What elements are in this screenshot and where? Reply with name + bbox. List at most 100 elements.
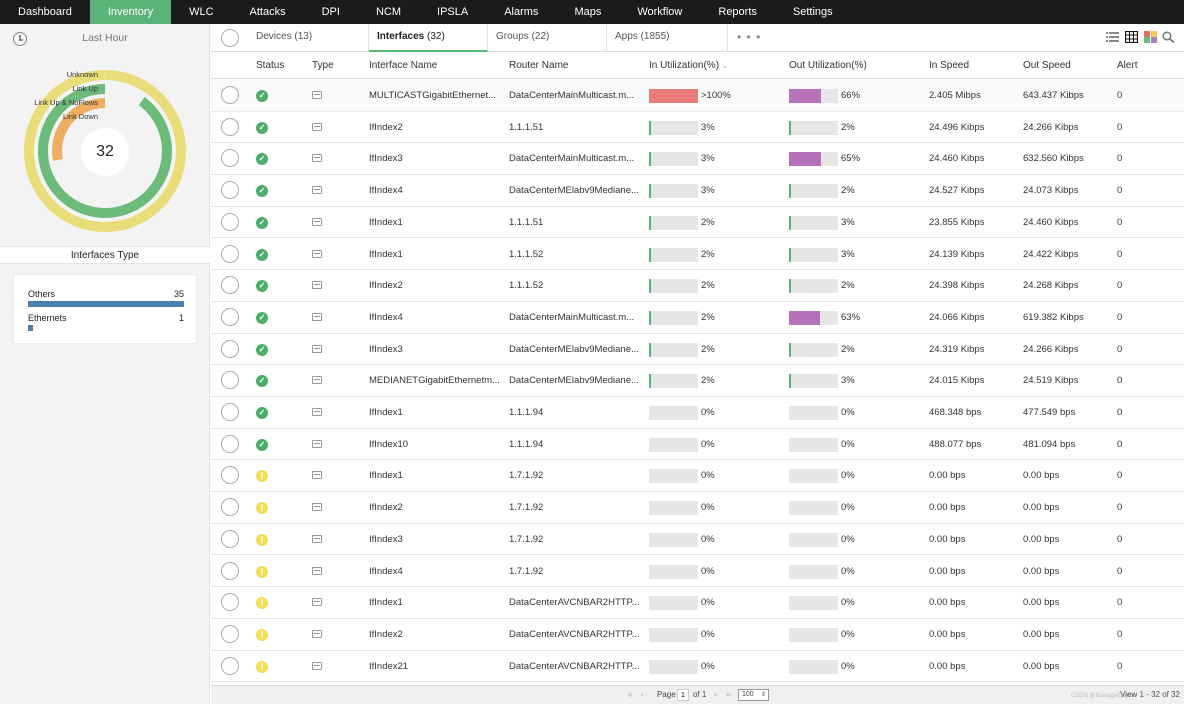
type-row-ethernets[interactable]: Ethernets 1 xyxy=(28,313,184,333)
alert-count[interactable]: 0 xyxy=(1117,270,1122,302)
interface-name-link[interactable]: IfIndex3 xyxy=(369,524,501,556)
row-select-checkbox[interactable] xyxy=(221,593,239,612)
interface-name-link[interactable]: IfIndex2 xyxy=(369,619,501,651)
row-select-checkbox[interactable] xyxy=(221,498,239,517)
interface-name-link[interactable]: IfIndex3 xyxy=(369,143,501,175)
nav-maps[interactable]: Maps xyxy=(556,0,619,24)
search-icon[interactable] xyxy=(1162,31,1175,43)
alert-count[interactable]: 0 xyxy=(1117,429,1122,461)
interface-name-link[interactable]: IfIndex2 xyxy=(369,492,501,524)
alert-count[interactable]: 0 xyxy=(1117,175,1122,207)
grid-view-icon[interactable] xyxy=(1125,31,1138,43)
row-select-checkbox[interactable] xyxy=(221,371,239,390)
row-select-checkbox[interactable] xyxy=(221,624,239,643)
table-row[interactable]: ! IfIndex2 DataCenterAVCNBAR2HTTP... 0% … xyxy=(211,619,1184,651)
table-row[interactable]: ! IfIndex21 DataCenterAVCNBAR2HTTP... 0%… xyxy=(211,651,1184,683)
interface-name-link[interactable]: MULTICASTGigabitEthernet... xyxy=(369,80,501,112)
tab-devices[interactable]: Devices (13) xyxy=(248,24,369,52)
router-name-link[interactable]: DataCenterAVCNBAR2HTTP... xyxy=(509,587,641,619)
table-row[interactable]: ! IfIndex2 1.7.1.92 0% 0% 0.00 bps 0.00 … xyxy=(211,492,1184,524)
row-select-checkbox[interactable] xyxy=(221,529,239,548)
interface-name-link[interactable]: IfIndex1 xyxy=(369,587,501,619)
router-name-link[interactable]: 1.7.1.92 xyxy=(509,492,641,524)
nav-alarms[interactable]: Alarms xyxy=(486,0,556,24)
nav-dashboard[interactable]: Dashboard xyxy=(0,0,90,24)
interface-name-link[interactable]: IfIndex10 xyxy=(369,429,501,461)
router-name-link[interactable]: DataCenterMainMulticast.m... xyxy=(509,80,641,112)
interface-name-link[interactable]: IfIndex1 xyxy=(369,397,501,429)
row-select-checkbox[interactable] xyxy=(221,276,239,295)
row-select-checkbox[interactable] xyxy=(221,339,239,358)
table-row[interactable]: ! IfIndex4 1.7.1.92 0% 0% 0.00 bps 0.00 … xyxy=(211,556,1184,588)
interface-name-link[interactable]: MEDIANETGigabitEthernetm... xyxy=(369,365,501,397)
interface-name-link[interactable]: IfIndex21 xyxy=(369,651,501,683)
alert-count[interactable]: 0 xyxy=(1117,587,1122,619)
tab-groups[interactable]: Groups (22) xyxy=(488,24,607,52)
row-select-checkbox[interactable] xyxy=(221,149,239,168)
col-router-name[interactable]: Router Name xyxy=(509,53,568,79)
interface-name-link[interactable]: IfIndex3 xyxy=(369,334,501,366)
row-select-checkbox[interactable] xyxy=(221,117,239,136)
interface-name-link[interactable]: IfIndex4 xyxy=(369,175,501,207)
col-alert[interactable]: Alert xyxy=(1117,53,1138,79)
col-out-utilization[interactable]: Out Utilization(%) xyxy=(789,53,867,79)
alert-count[interactable]: 0 xyxy=(1117,492,1122,524)
interface-name-link[interactable]: IfIndex1 xyxy=(369,460,501,492)
alert-count[interactable]: 0 xyxy=(1117,460,1122,492)
alert-count[interactable]: 0 xyxy=(1117,397,1122,429)
interface-name-link[interactable]: IfIndex4 xyxy=(369,302,501,334)
router-name-link[interactable]: 1.1.1.94 xyxy=(509,429,641,461)
router-name-link[interactable]: 1.1.1.52 xyxy=(509,239,641,271)
select-all-checkbox[interactable] xyxy=(221,29,239,47)
tab-interfaces[interactable]: Interfaces (32) xyxy=(369,24,488,52)
row-select-checkbox[interactable] xyxy=(221,212,239,231)
nav-attacks[interactable]: Attacks xyxy=(232,0,304,24)
more-tabs-icon[interactable]: • • • xyxy=(737,30,761,44)
alert-count[interactable]: 0 xyxy=(1117,239,1122,271)
alert-count[interactable]: 0 xyxy=(1117,302,1122,334)
interface-name-link[interactable]: IfIndex2 xyxy=(369,112,501,144)
interface-name-link[interactable]: IfIndex4 xyxy=(369,556,501,588)
router-name-link[interactable]: 1.1.1.51 xyxy=(509,112,641,144)
row-select-checkbox[interactable] xyxy=(221,656,239,675)
nav-ncm[interactable]: NCM xyxy=(358,0,419,24)
prev-page-icon[interactable]: ‹ xyxy=(641,690,644,699)
alert-count[interactable]: 0 xyxy=(1117,556,1122,588)
alert-count[interactable]: 0 xyxy=(1117,524,1122,556)
nav-inventory[interactable]: Inventory xyxy=(89,0,172,24)
nav-settings[interactable]: Settings xyxy=(775,0,851,24)
col-status[interactable]: Status xyxy=(256,53,284,79)
col-out-speed[interactable]: Out Speed xyxy=(1023,53,1071,79)
row-select-checkbox[interactable] xyxy=(221,403,239,421)
alert-count[interactable]: 0 xyxy=(1117,619,1122,651)
row-select-checkbox[interactable] xyxy=(221,181,239,200)
nav-dpi[interactable]: DPI xyxy=(304,0,358,24)
alert-count[interactable]: 0 xyxy=(1117,143,1122,175)
col-interface-name[interactable]: Interface Name xyxy=(369,53,437,79)
list-view-icon[interactable] xyxy=(1106,31,1119,43)
router-name-link[interactable]: DataCenterAVCNBAR2HTTP... xyxy=(509,619,641,651)
router-name-link[interactable]: 1.7.1.92 xyxy=(509,460,641,492)
time-filter-label[interactable]: Last Hour xyxy=(0,32,210,44)
router-name-link[interactable]: 1.1.1.51 xyxy=(509,207,641,239)
table-row[interactable]: ✓ MEDIANETGigabitEthernetm... DataCenter… xyxy=(211,365,1184,397)
table-row[interactable]: ✓ IfIndex2 1.1.1.51 3% 2% 24.496 Kibps 2… xyxy=(211,112,1184,144)
router-name-link[interactable]: DataCenterMainMulticast.m... xyxy=(509,143,641,175)
page-number-input[interactable] xyxy=(677,689,689,701)
table-row[interactable]: ✓ IfIndex4 DataCenterMainMulticast.m... … xyxy=(211,302,1184,334)
first-page-icon[interactable]: « xyxy=(628,690,632,699)
table-row[interactable]: ✓ IfIndex3 DataCenterMElabv9Mediane... 2… xyxy=(211,334,1184,366)
router-name-link[interactable]: 1.1.1.52 xyxy=(509,270,641,302)
router-name-link[interactable]: DataCenterMElabv9Mediane... xyxy=(509,365,641,397)
col-in-utilization[interactable]: In Utilization(%) ⌄ xyxy=(649,53,728,79)
row-select-checkbox[interactable] xyxy=(221,307,239,326)
router-name-link[interactable]: DataCenterAVCNBAR2HTTP... xyxy=(509,651,641,683)
alert-count[interactable]: 0 xyxy=(1117,365,1122,397)
row-select-checkbox[interactable] xyxy=(221,561,239,580)
type-row-others[interactable]: Others 35 xyxy=(28,289,184,309)
table-row[interactable]: ✓ MULTICASTGigabitEthernet... DataCenter… xyxy=(211,80,1184,112)
table-row[interactable]: ✓ IfIndex4 DataCenterMElabv9Mediane... 3… xyxy=(211,175,1184,207)
table-row[interactable]: ✓ IfIndex1 1.1.1.51 2% 3% 23.855 Kibps 2… xyxy=(211,207,1184,239)
alert-count[interactable]: 0 xyxy=(1117,112,1122,144)
heatmap-view-icon[interactable] xyxy=(1144,31,1157,43)
